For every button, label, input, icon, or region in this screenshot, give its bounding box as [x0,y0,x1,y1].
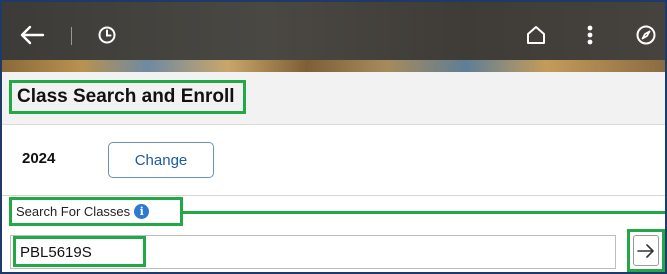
section-divider [2,195,665,196]
search-go-button[interactable] [627,229,665,272]
search-label-text: Search For Classes [16,204,131,219]
back-arrow-icon[interactable] [14,2,50,68]
navbar-compass-icon[interactable] [632,2,660,68]
page-title-bar: Class Search and Enroll [2,72,665,125]
right-arrow-icon [637,243,654,258]
history-clock-icon[interactable] [92,2,122,68]
decorative-banner-image [2,60,665,72]
search-input[interactable] [10,235,616,269]
go-button-face [633,235,659,266]
page-title: Class Search and Enroll [9,80,246,114]
change-term-button[interactable]: Change [108,142,214,178]
top-navigation-bar [2,2,665,68]
toolbar-divider [71,27,72,45]
info-icon[interactable]: i [134,204,150,219]
home-icon[interactable] [519,2,553,68]
app-window: Class Search and Enroll 2024 Change Sear… [0,0,667,274]
actions-menu-icon[interactable] [578,2,602,68]
term-value: 2024 [22,150,56,167]
highlight-connector-line [183,211,665,214]
search-for-classes-label: Search For Classes i [9,197,183,226]
